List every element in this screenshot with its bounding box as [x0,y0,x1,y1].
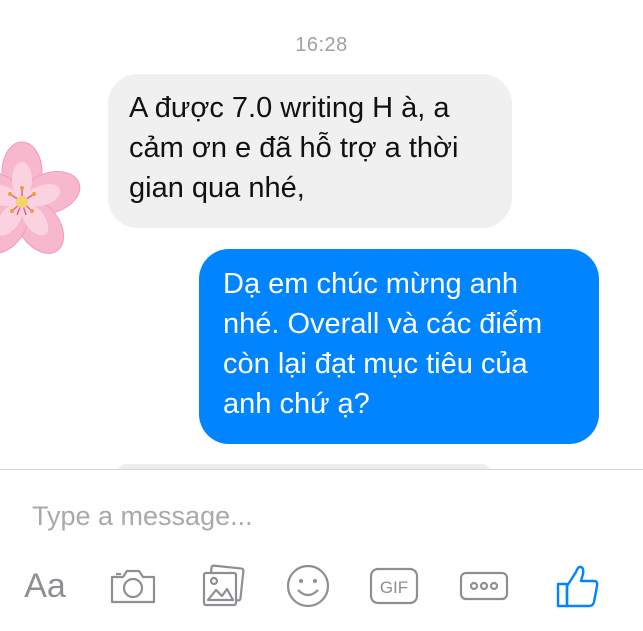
gif-icon[interactable]: GIF [368,562,420,610]
like-icon[interactable] [552,562,604,610]
contact-avatar[interactable] [0,128,108,268]
outgoing-message-bubble[interactable]: Dạ em chúc mừng anh nhé. Overall và các … [199,249,599,444]
chat-screen: 16:28 A được 7.0 writing H à, a cảm ơn e… [0,0,643,631]
message-text-line: anh chứ ạ? [223,388,370,420]
message-text-line: cảm ơn e đã hỗ trợ a thời [129,132,459,164]
more-icon[interactable] [458,562,510,610]
message-timestamp: 16:28 [295,34,348,56]
message-input[interactable] [32,496,612,536]
message-text-line: gian qua nhé, [129,172,305,204]
gallery-icon[interactable] [198,562,248,610]
gif-label: GIF [380,578,408,597]
message-text-line: A được 7.0 writing H à, a [129,92,450,124]
message-composer: Aa [0,469,643,631]
camera-icon[interactable] [106,562,160,610]
message-text-line: còn lại đạt mục tiêu của [223,348,528,380]
text-format-icon[interactable]: Aa [18,562,72,610]
message-text-line: nhé. Overall và các điểm [223,308,543,340]
emoji-icon[interactable] [283,562,333,610]
incoming-message-bubble[interactable]: A được 7.0 writing H à, a cảm ơn e đã hỗ… [108,74,512,228]
message-text-line: Dạ em chúc mừng anh [223,268,519,300]
flower-avatar-icon [0,141,81,254]
